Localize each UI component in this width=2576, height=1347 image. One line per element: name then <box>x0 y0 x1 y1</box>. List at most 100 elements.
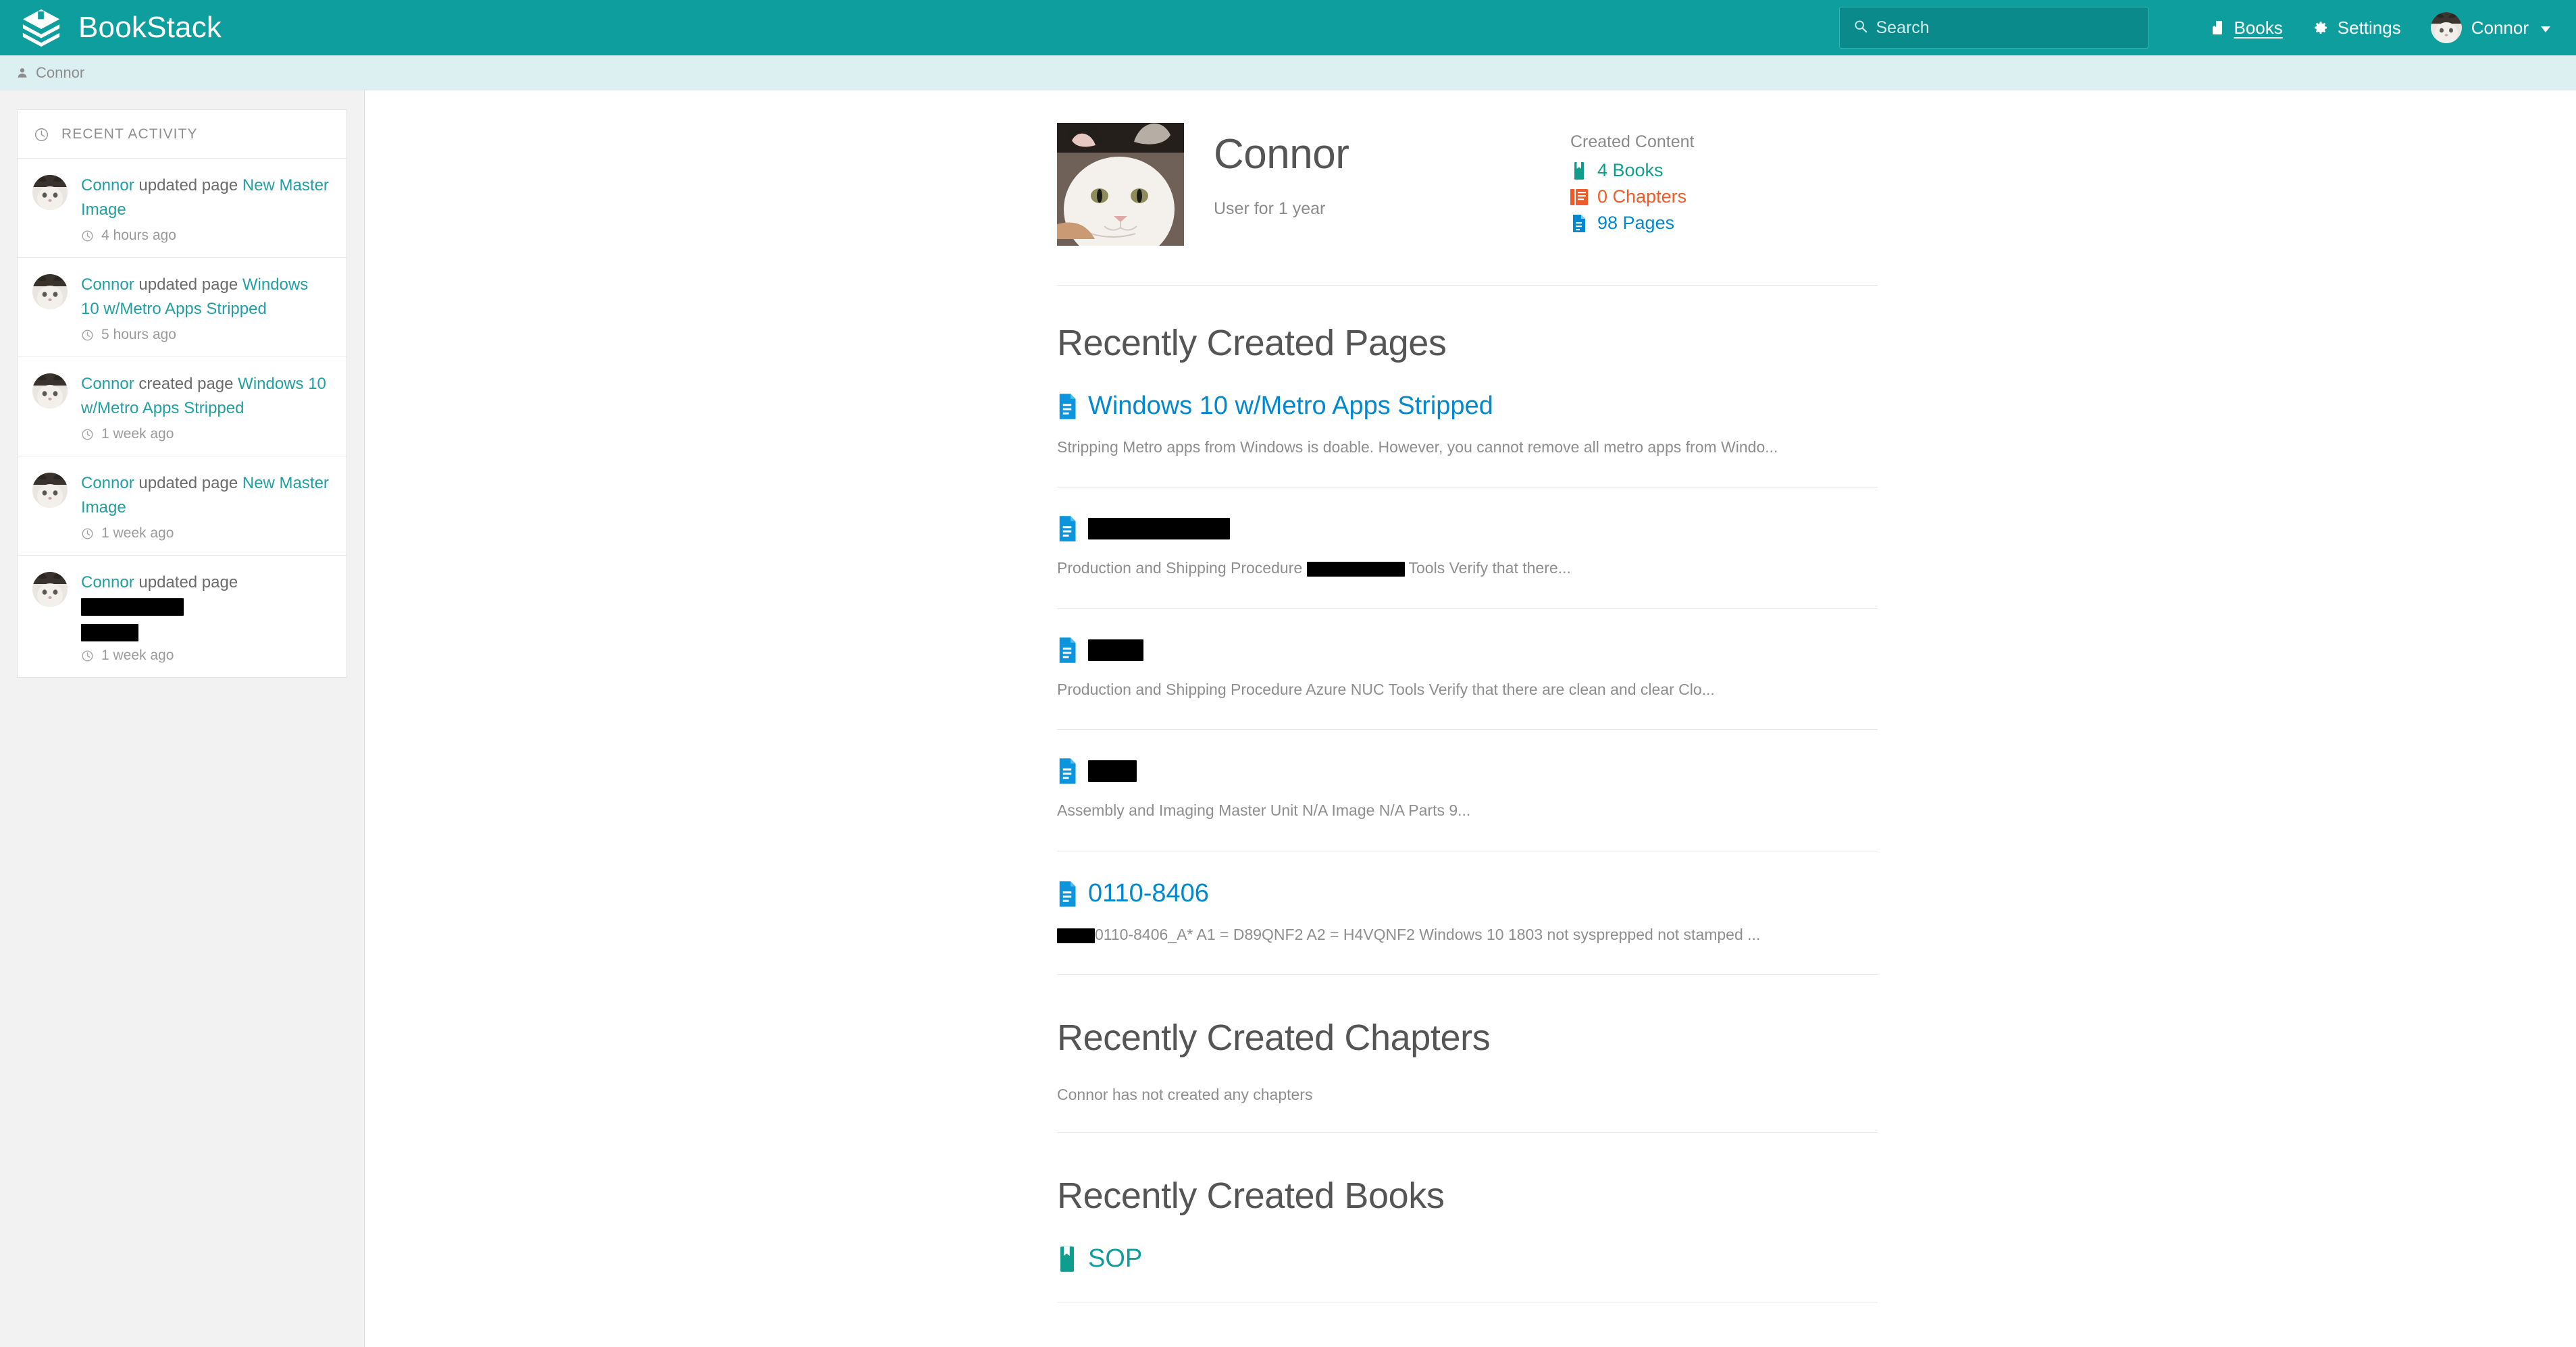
settings-nav-label: Settings <box>2337 17 2401 38</box>
activity-time-label: 1 week ago <box>101 648 174 664</box>
brand-link[interactable]: BookStack <box>20 7 222 49</box>
search-box[interactable] <box>1838 7 2148 49</box>
page-entry[interactable]: 0110-8406 0110-8406_A* A1 = D89QNF2 A2 = … <box>1057 851 1878 974</box>
clock-icon <box>81 230 94 242</box>
created-content-stat[interactable]: 0 Chapters <box>1570 186 1694 207</box>
page-icon <box>1057 516 1077 542</box>
page-icon <box>1057 394 1077 419</box>
book-entry-link[interactable]: SOP <box>1057 1244 1878 1273</box>
chapters-empty-note: Connor has not created any chapters <box>1057 1086 1313 1104</box>
clock-icon <box>34 127 49 142</box>
created-content-stat[interactable]: 98 Pages <box>1570 213 1694 234</box>
main-content: Connor User for 1 year Created Content 4… <box>365 90 2576 1347</box>
activity-actor-link[interactable]: Connor <box>81 176 134 194</box>
avatar <box>32 572 68 608</box>
avatar <box>32 473 68 508</box>
page-entry-link[interactable]: Windows 10 w/Metro Apps Stripped <box>1057 392 1878 421</box>
activity-timestamp: 4 hours ago <box>81 228 330 244</box>
page-entry[interactable]: Production and Shipping Procedure Tools … <box>1057 487 1878 608</box>
activity-time-label: 4 hours ago <box>101 228 176 244</box>
bookstack-logo-icon <box>20 7 62 49</box>
recent-activity-header: RECENT ACTIVITY <box>18 110 346 159</box>
clock-icon <box>81 329 94 342</box>
settings-nav-link[interactable]: Settings <box>2298 18 2416 38</box>
recently-created-pages-list: Windows 10 w/Metro Apps Stripped Strippin… <box>1057 364 1878 976</box>
activity-item[interactable]: Connor updated page 1 week ago <box>18 556 346 677</box>
redacted-text <box>81 624 138 642</box>
breadcrumb-item-user[interactable]: Connor <box>16 64 84 82</box>
created-content-stat[interactable]: 4 Books <box>1570 160 1694 181</box>
profile-info: Connor User for 1 year <box>1214 123 1570 219</box>
page-entry-link[interactable] <box>1057 516 1878 542</box>
search-icon <box>1853 19 1868 37</box>
recently-created-pages-title: Recently Created Pages <box>1057 323 1447 363</box>
activity-actor-link[interactable]: Connor <box>81 275 134 294</box>
books-nav-link[interactable]: Books <box>2194 18 2298 38</box>
page-icon <box>1057 637 1077 663</box>
activity-item[interactable]: Connor updated page New Master Image 4 ho… <box>18 159 346 259</box>
redacted-text <box>1057 928 1095 943</box>
clock-icon <box>81 428 94 441</box>
page-entry-link[interactable]: 0110-8406 <box>1057 878 1878 908</box>
created-content-stat-label: 0 Chapters <box>1597 186 1687 207</box>
book-entry-title: SOP <box>1088 1244 1143 1273</box>
recently-created-chapters-title: Recently Created Chapters <box>1057 1018 1491 1059</box>
activity-actor-link[interactable]: Connor <box>81 375 134 393</box>
created-content-title: Created Content <box>1570 132 1695 151</box>
redacted-text <box>81 598 184 616</box>
page-title: Connor <box>1214 131 1349 178</box>
recent-activity-title: RECENT ACTIVITY <box>61 126 198 142</box>
book-icon <box>2209 20 2225 36</box>
clock-icon <box>81 650 94 662</box>
page-entry-description: 0110-8406_A* A1 = D89QNF2 A2 = H4VQNF2 W… <box>1057 923 1878 947</box>
activity-item[interactable]: Connor created page Windows 10 w/Metro A… <box>18 357 346 457</box>
activity-body: Connor updated page 1 week ago <box>81 571 330 664</box>
activity-actor-link[interactable]: Connor <box>81 573 134 591</box>
activity-text: Connor updated page New Master Image <box>81 474 329 517</box>
user-icon <box>16 67 28 79</box>
activity-body: Connor created page Windows 10 w/Metro A… <box>81 372 330 442</box>
page-entry-title: 0110-8406 <box>1088 878 1209 907</box>
search-input[interactable] <box>1876 18 2134 38</box>
user-menu-button[interactable]: Connor <box>2416 12 2550 43</box>
breadcrumb-label: Connor <box>36 64 85 81</box>
page-icon <box>1057 758 1077 785</box>
page-entry-description: Production and Shipping Procedure Azure … <box>1057 680 1715 698</box>
activity-item[interactable]: Connor updated page New Master Image 1 we… <box>18 456 346 556</box>
page-entry[interactable]: Assembly and Imaging Master Unit N/A Ima… <box>1057 730 1878 851</box>
activity-body: Connor updated page New Master Image 1 we… <box>81 471 330 542</box>
activity-time-label: 1 week ago <box>101 525 174 542</box>
activity-timestamp: 1 week ago <box>81 648 330 664</box>
activity-actor-link[interactable]: Connor <box>81 474 134 492</box>
redacted-text <box>1088 760 1137 783</box>
book-icon <box>1570 161 1588 180</box>
recent-activity-panel: RECENT ACTIVITY Connor updated page New … <box>17 109 347 679</box>
recently-created-books-title: Recently Created Books <box>1057 1176 1445 1217</box>
redacted-text <box>1306 562 1405 577</box>
page-entry-title: Windows 10 w/Metro Apps Stripped <box>1088 392 1493 420</box>
activity-timestamp: 1 week ago <box>81 525 330 542</box>
page-entry-link[interactable] <box>1057 758 1878 785</box>
created-content-stats: 4 Books 0 Chapters 98 Pages <box>1570 160 1694 234</box>
profile-photo <box>1057 123 1184 246</box>
avatar <box>32 274 68 310</box>
brand-name: BookStack <box>78 11 222 44</box>
avatar <box>2430 12 2462 43</box>
page-entry-link[interactable] <box>1057 637 1878 663</box>
created-content-panel: Created Content 4 Books 0 Chapters 98 Page… <box>1570 123 1694 239</box>
activity-time-label: 5 hours ago <box>101 327 176 343</box>
page-entry-description: Production and Shipping Procedure Tools … <box>1057 559 1571 577</box>
page-entry[interactable]: Windows 10 w/Metro Apps Stripped Strippin… <box>1057 364 1878 487</box>
activity-body: Connor updated page Windows 10 w/Metro A… <box>81 273 330 343</box>
page-entry-description: Assembly and Imaging Master Unit N/A Ima… <box>1057 801 1471 820</box>
book-entry[interactable]: SOP <box>1057 1217 1878 1302</box>
books-nav-label: Books <box>2234 17 2283 38</box>
profile-header: Connor User for 1 year Created Content 4… <box>1057 123 1878 246</box>
activity-timestamp: 1 week ago <box>81 426 330 442</box>
activity-item[interactable]: Connor updated page Windows 10 w/Metro A… <box>18 258 346 358</box>
page-entry[interactable]: Production and Shipping Procedure Azure … <box>1057 609 1878 730</box>
clock-icon <box>81 527 94 540</box>
chevron-down-icon <box>2541 26 2550 32</box>
recent-activity-list: Connor updated page New Master Image 4 ho… <box>18 159 346 677</box>
avatar <box>32 175 68 210</box>
